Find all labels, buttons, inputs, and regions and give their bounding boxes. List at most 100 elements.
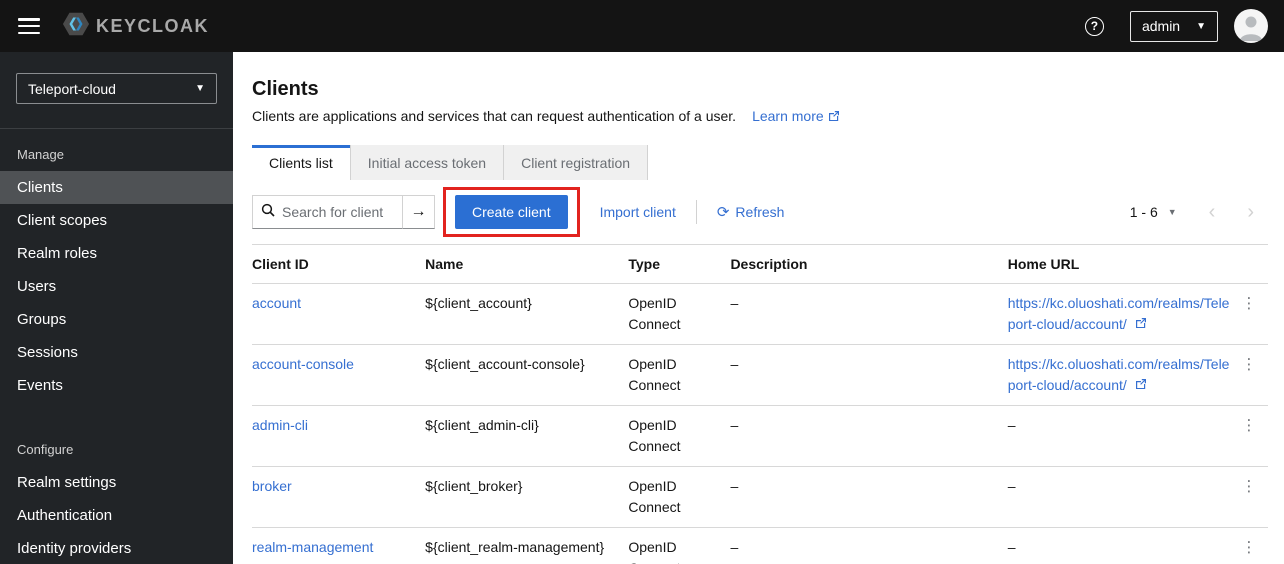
pagination-range-label: 1 - 6 <box>1129 204 1158 220</box>
toolbar: → Create client Import client ⟳ Refresh … <box>252 187 1268 237</box>
home-url-link[interactable]: https://kc.oluoshati.com/realms/Teleport… <box>1008 356 1230 393</box>
client-id-link[interactable]: account-console <box>252 356 354 372</box>
client-home-url-cell: https://kc.oluoshati.com/realms/Teleport… <box>1007 344 1238 406</box>
client-home-url-cell: – <box>1007 405 1238 467</box>
client-description-cell: – <box>730 466 1008 528</box>
sidebar-item-groups[interactable]: Groups <box>0 303 233 336</box>
sidebar-item-client-scopes[interactable]: Client scopes <box>0 204 233 237</box>
kebab-menu-icon[interactable]: ⋮ <box>1241 478 1256 495</box>
nav-section-manage: Manage Clients Client scopes Realm roles Use… <box>0 129 233 402</box>
nav-section-configure: Configure Realm settings Authentication Ide… <box>0 402 233 564</box>
realm-selector-area: Teleport-cloud ▼ <box>0 52 233 129</box>
table-row: account-console ${client_account-console… <box>252 344 1268 406</box>
client-type-cell: OpenID Connect <box>628 283 731 345</box>
client-name-cell: ${client_account} <box>425 283 629 345</box>
keycloak-logo-icon <box>62 10 90 43</box>
user-dropdown-label: admin <box>1141 18 1181 34</box>
refresh-icon: ⟳ <box>716 203 730 221</box>
chevron-down-icon: ▼ <box>195 83 205 94</box>
keycloak-admin-console: KEYCLOAK ? admin ▼ Teleport-cloud ▼ Mana… <box>0 0 1284 564</box>
realm-selector[interactable]: Teleport-cloud ▼ <box>16 73 217 104</box>
sidebar-item-realm-roles[interactable]: Realm roles <box>0 237 233 270</box>
client-id-link[interactable]: realm-management <box>252 539 373 555</box>
annotation-highlight: Create client <box>443 187 580 237</box>
refresh-link[interactable]: ⟳ Refresh <box>717 204 785 220</box>
toolbar-divider <box>695 200 697 224</box>
client-type-cell: OpenID Connect <box>628 466 731 528</box>
client-home-url-cell: https://kc.oluoshati.com/realms/Teleport… <box>1007 283 1238 345</box>
client-name-cell: ${client_broker} <box>425 466 629 528</box>
import-client-link[interactable]: Import client <box>600 204 676 220</box>
create-client-button[interactable]: Create client <box>455 195 568 229</box>
tab-initial-access-token[interactable]: Initial access token <box>349 145 504 180</box>
content-area: Clients Clients are applications and ser… <box>233 52 1284 564</box>
sidebar-item-users[interactable]: Users <box>0 270 233 303</box>
column-home-url: Home URL <box>1007 244 1238 284</box>
external-link-icon <box>828 110 840 122</box>
client-name-cell: ${client_realm-management} <box>425 527 629 564</box>
pagination-next-icon[interactable]: › <box>1247 202 1254 222</box>
client-description-cell: – <box>730 527 1008 564</box>
client-type-cell: OpenID Connect <box>628 405 731 467</box>
nav-section-label: Configure <box>17 442 74 457</box>
kebab-menu-icon[interactable]: ⋮ <box>1241 356 1256 373</box>
search-submit-button[interactable]: → <box>402 195 435 229</box>
kebab-menu-icon[interactable]: ⋮ <box>1241 417 1256 434</box>
client-name-cell: ${client_admin-cli} <box>425 405 629 467</box>
client-id-link[interactable]: broker <box>252 478 292 494</box>
home-url-link[interactable]: https://kc.oluoshati.com/realms/Teleport… <box>1008 295 1230 332</box>
pagination-top: 1 - 6 ▼ ‹ › <box>1130 202 1254 222</box>
sidebar-item-sessions[interactable]: Sessions <box>0 336 233 369</box>
search-icon <box>261 203 275 222</box>
pagination-dropdown-icon[interactable]: ▼ <box>1168 207 1177 217</box>
sidebar: Teleport-cloud ▼ Manage Clients Client sco… <box>0 52 233 564</box>
clients-table: Client ID Name Type Description Home URL… <box>252 244 1268 564</box>
client-description-cell: – <box>730 405 1008 467</box>
tab-clients-list[interactable]: Clients list <box>252 145 350 180</box>
kebab-menu-icon[interactable]: ⋮ <box>1241 295 1256 312</box>
table-row: realm-management ${client_realm-manageme… <box>252 527 1268 564</box>
table-row: account ${client_account} OpenID Connect… <box>252 283 1268 345</box>
table-row: broker ${client_broker} OpenID Connect –… <box>252 466 1268 528</box>
page-description: Clients are applications and services th… <box>252 108 737 124</box>
table-header-row: Client ID Name Type Description Home URL <box>252 244 1268 284</box>
column-type: Type <box>628 244 731 284</box>
client-home-url-cell: – <box>1007 466 1238 528</box>
help-icon[interactable]: ? <box>1084 16 1104 36</box>
masthead: KEYCLOAK ? admin ▼ <box>0 0 1284 52</box>
external-link-icon <box>1135 317 1147 329</box>
column-name: Name <box>425 244 629 284</box>
table-row: admin-cli ${client_admin-cli} OpenID Con… <box>252 405 1268 467</box>
search-input[interactable] <box>282 204 394 220</box>
pagination-prev-icon[interactable]: ‹ <box>1209 202 1216 222</box>
sidebar-item-clients[interactable]: Clients <box>0 171 233 204</box>
avatar[interactable] <box>1234 9 1268 43</box>
page-title: Clients <box>252 78 319 100</box>
hamburger-menu-icon[interactable] <box>18 18 40 34</box>
client-description-cell: – <box>730 344 1008 406</box>
user-dropdown[interactable]: admin ▼ <box>1129 10 1218 42</box>
sidebar-item-identity-providers[interactable]: Identity providers <box>0 532 233 564</box>
realm-selector-label: Teleport-cloud <box>28 80 116 97</box>
kebab-menu-icon[interactable]: ⋮ <box>1241 539 1256 556</box>
column-description: Description <box>730 244 1008 284</box>
sidebar-item-events[interactable]: Events <box>0 369 233 402</box>
client-home-url-cell: – <box>1007 527 1238 564</box>
tab-bar: Clients list Initial access token Client… <box>252 145 1268 180</box>
client-id-link[interactable]: admin-cli <box>252 417 308 433</box>
client-type-cell: OpenID Connect <box>628 344 731 406</box>
client-id-link[interactable]: account <box>252 295 301 311</box>
sidebar-item-authentication[interactable]: Authentication <box>0 499 233 532</box>
nav-section-label: Manage <box>17 147 64 162</box>
sidebar-item-realm-settings[interactable]: Realm settings <box>0 466 233 499</box>
tab-client-registration[interactable]: Client registration <box>503 145 649 180</box>
brand-wordmark: KEYCLOAK <box>96 15 210 36</box>
column-client-id: Client ID <box>252 244 426 284</box>
search-box <box>252 195 402 229</box>
client-name-cell: ${client_account-console} <box>425 344 629 406</box>
sidebar-nav: Manage Clients Client scopes Realm roles Use… <box>0 129 233 564</box>
learn-more-link[interactable]: Learn more <box>752 108 840 124</box>
client-type-cell: OpenID Connect <box>628 527 731 564</box>
keycloak-logo: KEYCLOAK <box>62 10 209 43</box>
external-link-icon <box>1135 378 1147 390</box>
